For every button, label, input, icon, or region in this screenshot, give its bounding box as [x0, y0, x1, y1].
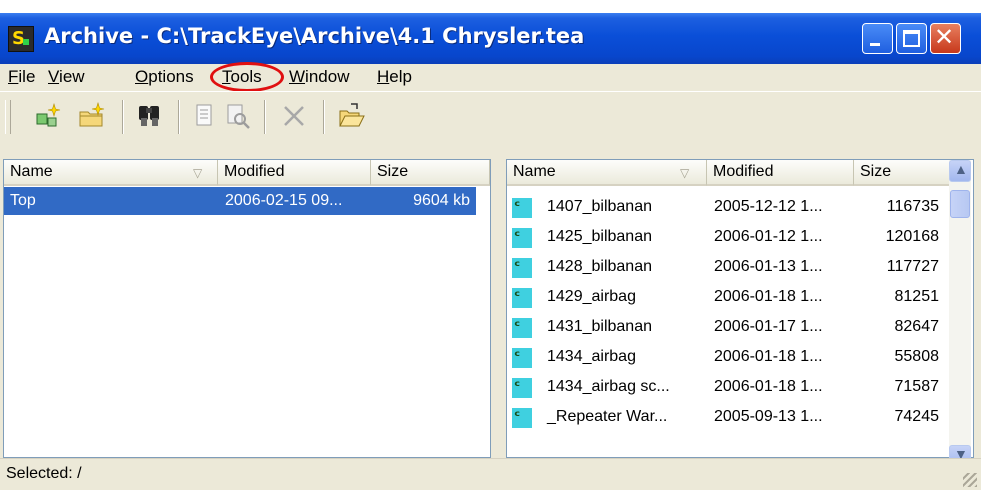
menu-help[interactable]: Help: [377, 67, 412, 87]
row-size: 74245: [894, 408, 940, 425]
resize-grip-icon[interactable]: [963, 473, 977, 487]
row-name: 1428_bilbanan: [547, 258, 652, 275]
find-icon[interactable]: [137, 102, 165, 130]
left-column-header-modified[interactable]: Modified: [218, 160, 371, 186]
column-label: Name: [513, 163, 556, 180]
row-name: 1429_airbag: [547, 288, 636, 305]
chevron-up-icon: ▲: [954, 161, 968, 177]
open-folder-icon[interactable]: [337, 102, 365, 130]
column-label: Size: [377, 163, 409, 180]
trackeye-file-icon: ᶜ: [512, 257, 532, 278]
row-size: 116735: [886, 198, 939, 215]
minimize-icon: [870, 43, 880, 46]
menu-file[interactable]: File: [8, 67, 35, 87]
delete-icon[interactable]: [280, 102, 308, 130]
sort-arrow-icon: ▽: [680, 166, 690, 180]
row-modified: 2006-01-17 1...: [714, 318, 823, 335]
left-column-header-size[interactable]: Size: [371, 160, 490, 186]
row-modified: 2006-01-18 1...: [714, 288, 823, 305]
maximize-button[interactable]: [896, 23, 927, 54]
row-size: 9604 kb: [413, 192, 470, 209]
row-modified: 2006-01-18 1...: [714, 378, 823, 395]
trackeye-file-icon: ᶜ: [512, 377, 532, 398]
title-bar[interactable]: S Archive - C:\TrackEye\Archive\4.1 Chry…: [0, 13, 981, 64]
close-icon: ✕: [934, 23, 955, 51]
new-folder-icon[interactable]: [78, 102, 106, 130]
trackeye-file-icon: ᶜ: [512, 227, 532, 248]
row-size: 82647: [894, 318, 940, 335]
row-modified: 2006-01-13 1...: [714, 258, 823, 275]
maximize-icon: [903, 30, 920, 47]
row-modified: 2006-01-12 1...: [714, 228, 823, 245]
column-label: Name: [10, 163, 53, 180]
status-bar: Selected: /: [0, 458, 981, 490]
right-file-list[interactable]: Name ▽ Modified Size ᶜ 1407_bilbanan 200…: [506, 159, 974, 458]
toolbar-separator: [323, 100, 325, 134]
menu-view[interactable]: View: [48, 67, 85, 87]
new-archive-icon[interactable]: [34, 102, 62, 130]
minimize-button[interactable]: [862, 23, 893, 54]
left-column-header-name[interactable]: Name ▽: [4, 160, 218, 186]
properties-icon[interactable]: [191, 102, 219, 130]
right-column-header-modified[interactable]: Modified: [707, 160, 854, 186]
column-label: Modified: [713, 163, 774, 180]
row-name: 1434_airbag: [547, 348, 636, 365]
trackeye-file-icon: ᶜ: [512, 287, 532, 308]
scroll-thumb[interactable]: [950, 190, 970, 218]
row-name: _Repeater War...: [547, 408, 668, 425]
table-row[interactable]: ᶜ 1425_bilbanan 2006-01-12 1... 120168: [507, 223, 949, 251]
table-row[interactable]: ᶜ 1429_airbag 2006-01-18 1... 81251: [507, 283, 949, 311]
table-row[interactable]: ᶜ 1434_airbag 2006-01-18 1... 55808: [507, 343, 949, 371]
preview-icon[interactable]: [224, 102, 252, 130]
table-row[interactable]: ᶜ 1407_bilbanan 2005-12-12 1... 116735: [507, 193, 949, 221]
sort-arrow-icon: ▽: [193, 166, 203, 180]
row-name: 1407_bilbanan: [547, 198, 652, 215]
archive-window: S Archive - C:\TrackEye\Archive\4.1 Chry…: [0, 13, 981, 490]
scroll-up-button[interactable]: ▲: [949, 160, 971, 182]
table-row[interactable]: ᶜ _Repeater War... 2005-09-13 1... 74245: [507, 403, 949, 431]
table-row[interactable]: ᶜ 1431_bilbanan 2006-01-17 1... 82647: [507, 313, 949, 341]
row-modified: 2005-09-13 1...: [714, 408, 823, 425]
trackeye-file-icon: ᶜ: [512, 197, 532, 218]
row-name: 1425_bilbanan: [547, 228, 652, 245]
row-name: 1431_bilbanan: [547, 318, 652, 335]
right-vertical-scrollbar[interactable]: ▲ ▼: [949, 160, 971, 467]
trackeye-file-icon: ᶜ: [512, 317, 532, 338]
row-modified: 2006-01-18 1...: [714, 348, 823, 365]
row-name: Top: [10, 192, 36, 209]
toolbar-separator: [264, 100, 266, 134]
column-label: Size: [860, 163, 892, 180]
app-icon[interactable]: S: [8, 26, 34, 52]
left-file-list[interactable]: Name ▽ Modified Size Top 2006-02-15 09..…: [3, 159, 491, 458]
right-column-header-size[interactable]: Size: [854, 160, 950, 186]
toolbar-separator: [122, 100, 124, 134]
close-button[interactable]: ✕: [930, 23, 961, 54]
table-row[interactable]: ᶜ 1434_airbag sc... 2006-01-18 1... 7158…: [507, 373, 949, 401]
row-size: 55808: [894, 348, 940, 365]
table-row[interactable]: Top 2006-02-15 09... 9604 kb: [4, 187, 476, 215]
window-title: Archive - C:\TrackEye\Archive\4.1 Chrysl…: [44, 24, 585, 48]
toolbar-grip[interactable]: [5, 100, 11, 134]
row-name: 1434_airbag sc...: [547, 378, 670, 395]
toolbar: [0, 91, 981, 144]
row-modified: 2006-02-15 09...: [225, 192, 343, 209]
row-size: 81251: [894, 288, 940, 305]
table-row[interactable]: ᶜ 1428_bilbanan 2006-01-13 1... 117727: [507, 253, 949, 281]
menu-window[interactable]: Window: [289, 67, 349, 87]
row-size: 120168: [885, 228, 939, 245]
trackeye-file-icon: ᶜ: [512, 407, 532, 428]
trackeye-file-icon: ᶜ: [512, 347, 532, 368]
column-label: Modified: [224, 163, 285, 180]
right-column-header-name[interactable]: Name ▽: [507, 160, 707, 186]
menu-options[interactable]: Options: [135, 67, 194, 87]
row-modified: 2005-12-12 1...: [714, 198, 823, 215]
row-size: 71587: [894, 378, 940, 395]
menu-bar: File View Options Tools Window Help: [0, 64, 981, 90]
row-size: 117727: [886, 258, 939, 275]
status-text: Selected: /: [6, 465, 82, 482]
toolbar-separator: [178, 100, 180, 134]
tools-highlight-circle: [210, 62, 284, 92]
